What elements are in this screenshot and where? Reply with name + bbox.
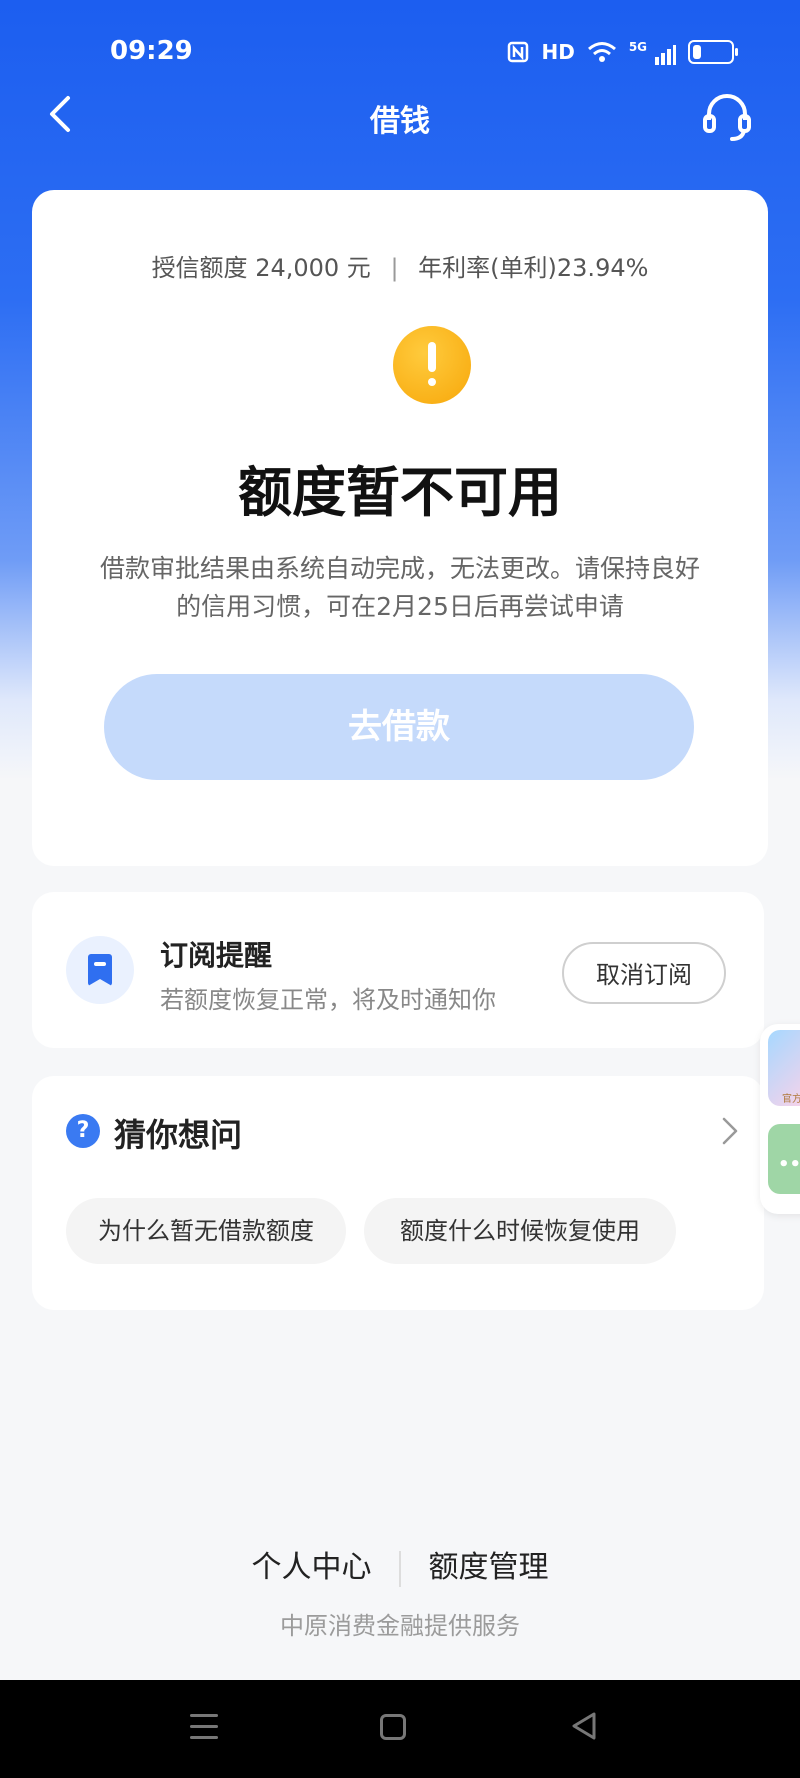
- faq-question-chip[interactable]: 为什么暂无借款额度: [66, 1198, 346, 1264]
- navigation-bar: 借钱: [0, 82, 800, 150]
- faq-title[interactable]: 猜你想问: [114, 1110, 242, 1156]
- page-title: 借钱: [370, 104, 430, 139]
- headset-icon[interactable]: [700, 90, 754, 144]
- official-label: 官方: [782, 1094, 800, 1105]
- official-entry[interactable]: 官方: [768, 1030, 800, 1106]
- credit-management-link[interactable]: 额度管理: [429, 1542, 549, 1586]
- faq-card: ? 猜你想问 为什么暂无借款额度 额度什么时候恢复使用: [32, 1076, 764, 1310]
- credit-status-card: 授信额度 24,000 元 | 年利率(单利)23.94% 额度暂不可用 借款审…: [32, 190, 768, 866]
- home-icon[interactable]: [380, 1714, 406, 1740]
- back-triangle-icon[interactable]: [568, 1710, 600, 1742]
- hd-icon: HD: [541, 40, 575, 65]
- service-provider: 中原消费金融提供服务: [280, 1612, 520, 1640]
- personal-center-link[interactable]: 个人中心: [251, 1542, 371, 1586]
- status-bar: 09:29 HD 5G: [0, 30, 800, 80]
- subscription-description: 若额度恢复正常，将及时通知你: [160, 986, 496, 1014]
- bookmark-icon: [66, 936, 134, 1004]
- faq-question-chip[interactable]: 额度什么时候恢复使用: [364, 1198, 676, 1264]
- nfc-icon: [508, 42, 529, 63]
- status-description: 借款审批结果由系统自动完成，无法更改。请保持良好的信用习惯，可在2月25日后再尝…: [99, 554, 700, 621]
- subscription-title: 订阅提醒: [160, 939, 273, 972]
- system-navigation-bar: [0, 1680, 800, 1778]
- chat-dots-icon[interactable]: •••: [768, 1124, 800, 1194]
- status-icons: HD 5G: [507, 40, 738, 65]
- status-time: 09:29: [110, 36, 193, 66]
- warning-icon: [393, 326, 471, 404]
- interest-rate: 年利率(单利)23.94%: [418, 254, 649, 282]
- unsubscribe-button[interactable]: 取消订阅: [562, 942, 726, 1004]
- borrow-button[interactable]: 去借款: [104, 674, 694, 780]
- status-heading: 额度暂不可用: [238, 461, 562, 524]
- footer-divider: [399, 1550, 401, 1587]
- floating-side-tab: 官方 •••: [760, 1024, 800, 1214]
- credit-info: 授信额度 24,000 元 | 年利率(单利)23.94%: [32, 248, 768, 283]
- battery-icon: [688, 40, 738, 65]
- wifi-icon: [587, 42, 616, 63]
- footer-links: 个人中心 额度管理: [0, 1542, 800, 1587]
- 5g-signal-icon: 5G: [629, 40, 676, 65]
- network-label: 5G: [628, 40, 648, 54]
- chevron-right-icon[interactable]: [712, 1114, 746, 1148]
- credit-separator: |: [390, 254, 399, 282]
- question-icon: ?: [66, 1114, 100, 1148]
- subscription-card: 订阅提醒 若额度恢复正常，将及时通知你 取消订阅: [32, 892, 764, 1048]
- menu-icon[interactable]: [190, 1714, 218, 1740]
- credit-limit: 授信额度 24,000 元: [151, 254, 371, 282]
